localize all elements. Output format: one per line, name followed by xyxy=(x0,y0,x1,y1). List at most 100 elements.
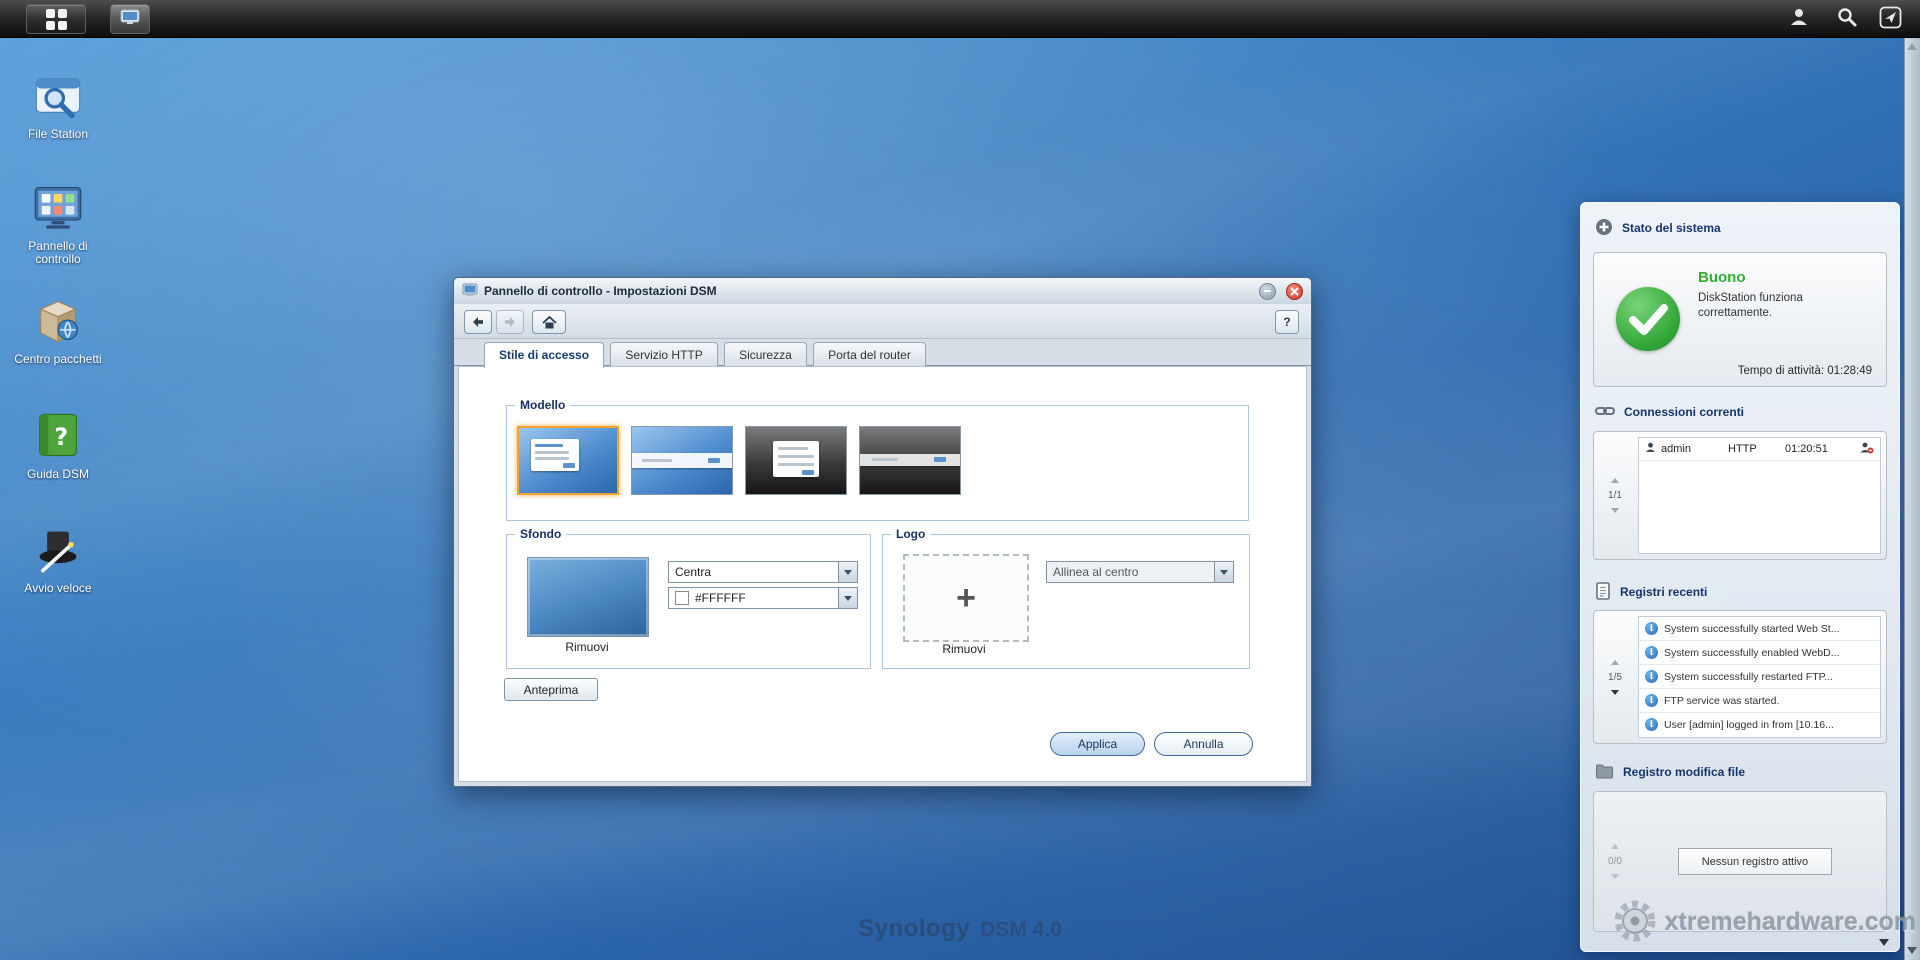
plus-icon: + xyxy=(956,581,976,615)
taskbar-user-button[interactable] xyxy=(1788,0,1810,37)
widget-panel: Stato del sistema Buono DiskStation funz… xyxy=(1580,202,1900,952)
tab-servizio-http[interactable]: Servizio HTTP xyxy=(610,342,717,367)
background-thumbnail[interactable] xyxy=(527,557,649,637)
main-menu-button[interactable] xyxy=(26,4,86,34)
pager-up-icon[interactable] xyxy=(1611,844,1619,849)
logo-align-select[interactable]: Allinea al centro xyxy=(1046,561,1234,583)
taskbar xyxy=(0,0,1920,38)
preview-button[interactable]: Anteprima xyxy=(504,678,598,701)
fieldset-legend: Modello xyxy=(515,398,570,412)
system-status-header: Stato del sistema xyxy=(1595,219,1721,237)
status-description: DiskStation funziona correttamente. xyxy=(1698,291,1858,321)
desktop-icon-package-center[interactable]: Centro pacchetti xyxy=(6,294,110,366)
gear-icon xyxy=(1612,898,1658,947)
log-row[interactable]: i User [admin] logged in from [10.16... xyxy=(1639,713,1880,736)
window-titlebar-icon xyxy=(462,283,478,300)
watermark-text: xtremehardware.com xyxy=(1664,908,1916,937)
tab-porta-del-router[interactable]: Porta del router xyxy=(813,342,926,367)
link-icon xyxy=(1595,403,1615,422)
template-option-3[interactable] xyxy=(745,426,847,495)
scroll-up-icon[interactable] xyxy=(1907,43,1917,50)
select-value: Centra xyxy=(669,565,838,579)
disconnect-user-icon[interactable] xyxy=(1859,442,1874,457)
log-row[interactable]: i System successfully enabled WebD... xyxy=(1639,641,1880,665)
fieldset-sfondo: Sfondo Rimuovi Centra #FFFFFF xyxy=(506,534,871,669)
scroll-down-icon[interactable] xyxy=(1907,947,1917,954)
help-button[interactable]: ? xyxy=(1275,310,1299,334)
background-remove-link[interactable]: Rimuovi xyxy=(527,640,647,654)
pager-up-icon[interactable] xyxy=(1611,478,1619,483)
control-panel-window: Pannello di controllo - Impostazioni DSM… xyxy=(453,277,1312,787)
log-text: FTP service was started. xyxy=(1664,695,1779,707)
window-titlebar[interactable]: Pannello di controllo - Impostazioni DSM xyxy=(454,278,1311,305)
template-option-4[interactable] xyxy=(859,426,961,495)
connections-list: admin HTTP 01:20:51 xyxy=(1638,437,1881,554)
select-value: Allinea al centro xyxy=(1047,565,1214,579)
system-status-box: Buono DiskStation funziona correttamente… xyxy=(1593,252,1887,387)
home-icon xyxy=(542,316,557,329)
fieldset-modello: Modello xyxy=(506,405,1249,521)
template-option-1[interactable] xyxy=(517,426,619,495)
control-panel-icon xyxy=(32,181,84,233)
log-row[interactable]: i System successfully started Web St... xyxy=(1639,617,1880,641)
desktop-icon-label: Avvio veloce xyxy=(6,582,110,595)
log-row[interactable]: i FTP service was started. xyxy=(1639,689,1880,713)
cancel-button[interactable]: Annulla xyxy=(1154,732,1253,756)
connections-box: 1/1 admin HTTP 01:20:51 xyxy=(1593,431,1887,560)
pager-up-icon[interactable] xyxy=(1611,660,1619,665)
connection-row[interactable]: admin HTTP 01:20:51 xyxy=(1639,438,1880,461)
minimize-button[interactable] xyxy=(1259,283,1276,300)
quick-start-icon xyxy=(32,523,84,575)
file-log-empty-message: Nessun registro attivo xyxy=(1678,848,1832,875)
log-row[interactable]: i System successfully restarted FTP... xyxy=(1639,665,1880,689)
background-position-select[interactable]: Centra xyxy=(668,561,858,583)
logo-upload-dropzone[interactable]: + xyxy=(903,554,1029,642)
background-color-select[interactable]: #FFFFFF xyxy=(668,587,858,609)
fieldset-logo: Logo + Rimuovi Allinea al centro xyxy=(882,534,1250,669)
pager-down-icon[interactable] xyxy=(1611,874,1619,879)
connection-user: admin xyxy=(1661,443,1723,455)
desktop-icon-dsm-help[interactable]: ? Guida DSM xyxy=(6,409,110,481)
info-icon: i xyxy=(1645,718,1658,731)
pilot-view-icon xyxy=(1879,6,1902,32)
taskbar-pilot-view-button[interactable] xyxy=(1879,0,1902,37)
color-swatch xyxy=(675,591,689,605)
info-icon: i xyxy=(1645,670,1658,683)
taskbar-open-window-button[interactable] xyxy=(110,4,150,34)
logo-remove-link[interactable]: Rimuovi xyxy=(903,642,1025,656)
window-toolbar: ? xyxy=(454,304,1311,339)
pager-down-icon[interactable] xyxy=(1611,690,1619,695)
pager-down-icon[interactable] xyxy=(1611,508,1619,513)
back-button[interactable] xyxy=(464,310,492,334)
widget-title: Stato del sistema xyxy=(1622,221,1721,235)
chevron-down-icon xyxy=(1214,562,1233,582)
taskbar-search-button[interactable] xyxy=(1836,0,1858,37)
pager-label: 1/5 xyxy=(1608,672,1622,683)
widget-title: Registro modifica file xyxy=(1623,765,1745,779)
tab-sicurezza[interactable]: Sicurezza xyxy=(724,342,807,367)
forward-button[interactable] xyxy=(496,310,524,334)
home-button[interactable] xyxy=(532,310,566,334)
log-text: System successfully enabled WebD... xyxy=(1664,647,1839,659)
template-option-2[interactable] xyxy=(631,426,733,495)
panel-scrollbar[interactable] xyxy=(1904,37,1920,960)
recent-logs-box: 1/5 i System successfully started Web St… xyxy=(1593,610,1887,744)
file-log-header: Registro modifica file xyxy=(1595,763,1745,781)
help-icon: ? xyxy=(1283,315,1290,329)
log-text: System successfully restarted FTP... xyxy=(1664,671,1833,683)
apply-button[interactable]: Applica xyxy=(1050,732,1145,756)
desktop-icon-file-station[interactable]: File Station xyxy=(6,69,110,141)
chevron-down-icon xyxy=(838,588,857,608)
close-button[interactable] xyxy=(1286,283,1303,300)
pager-label: 1/1 xyxy=(1608,490,1622,501)
connection-time: 01:20:51 xyxy=(1785,443,1828,455)
desktop-icon-control-panel[interactable]: Pannello di controllo xyxy=(6,181,110,266)
folder-icon xyxy=(1595,763,1614,782)
desktop-icon-quick-start[interactable]: Avvio veloce xyxy=(6,523,110,595)
log-document-icon xyxy=(1595,582,1611,603)
tab-stile-di-accesso[interactable]: Stile di accesso xyxy=(484,342,604,368)
search-icon xyxy=(1836,6,1858,31)
version-text: DSM 4.0 xyxy=(980,918,1062,942)
window-title: Pannello di controllo - Impostazioni DSM xyxy=(484,284,717,298)
desktop-icon-label: Centro pacchetti xyxy=(6,353,110,366)
